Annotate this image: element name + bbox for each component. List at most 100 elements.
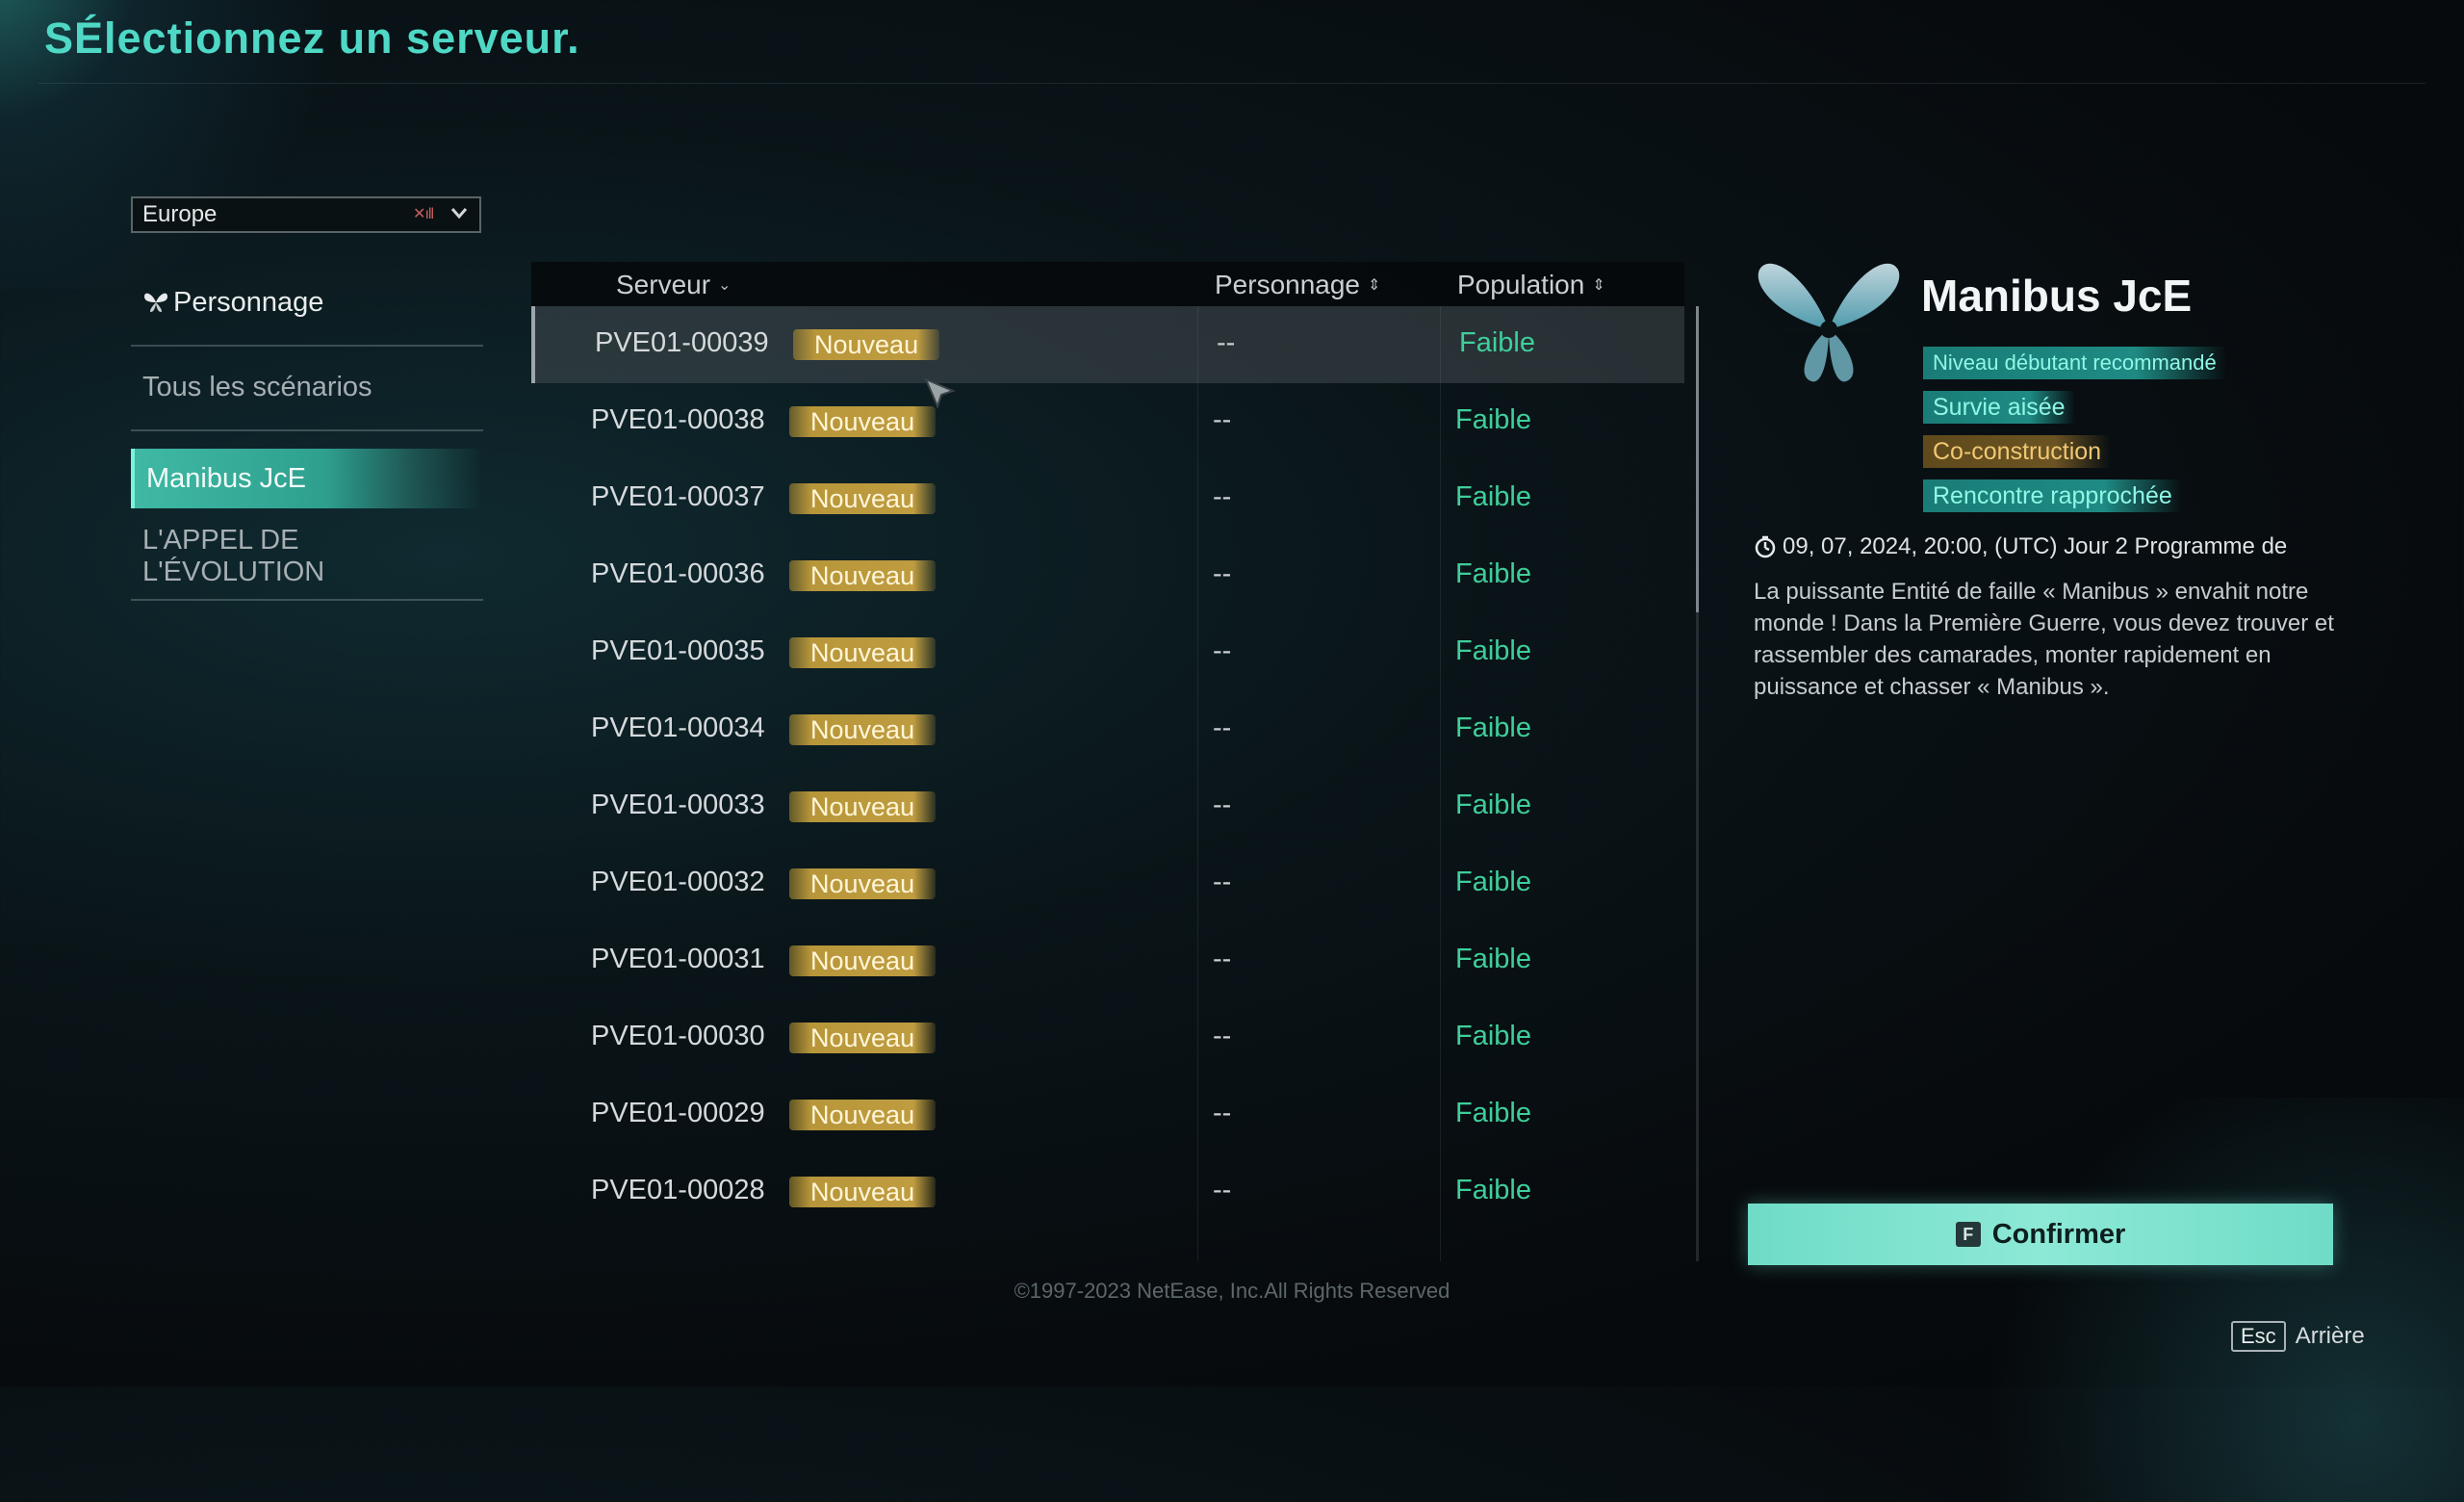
new-badge: Nouveau [789,1100,937,1130]
tag-badge: Co-construction [1923,435,2112,468]
character-cell: -- [1213,635,1232,666]
table-row[interactable]: PVE01-00039 Nouveau -- Faible [531,306,1684,383]
new-badge: Nouveau [789,483,937,514]
table-row[interactable]: PVE01-00035 Nouveau -- Faible [531,614,1684,691]
table-row[interactable]: PVE01-00030 Nouveau -- Faible [531,999,1684,1076]
character-cell: -- [1213,404,1232,435]
scrollbar-thumb[interactable] [1696,306,1699,612]
title-divider [38,83,2426,84]
population-cell: Faible [1455,404,1531,435]
region-select-value: Europe [142,201,218,227]
column-header-label: Population [1457,270,1585,299]
server-name: PVE01-00037 [591,481,765,512]
server-name: PVE01-00036 [591,558,765,589]
sort-toggle-icon: ⇕ [1368,277,1381,294]
table-row[interactable]: PVE01-00032 Nouveau -- Faible [531,845,1684,922]
population-cell: Faible [1455,1021,1531,1051]
scenario-description: La puissante Entité de faille « Manibus … [1754,579,2334,700]
new-badge: Nouveau [789,637,937,668]
character-cell: -- [1213,481,1232,512]
sidebar-item-appel-evolution[interactable]: L'APPEL DE L'ÉVOLUTION [131,514,483,601]
new-badge: Nouveau [793,329,940,360]
server-name: PVE01-00030 [591,1021,765,1051]
column-divider [1440,306,1441,1261]
tag-badge: Survie aisée [1923,391,2075,424]
character-cell: -- [1213,867,1232,897]
character-cell: -- [1213,1098,1232,1128]
tag-badge: Niveau débutant recommandé [1923,347,2226,379]
character-cell: -- [1213,1021,1232,1051]
column-header-population[interactable]: Population ⇕ [1457,270,1605,300]
butterfly-emblem-icon [1758,263,1900,382]
back-button-label: Arrière [2295,1323,2365,1349]
butterfly-icon [144,293,167,312]
signal-strength-icon: ✕ıll [413,206,434,222]
page-title: SÉlectionnez un serveur. [44,13,580,63]
new-badge: Nouveau [789,791,937,822]
sidebar-item-label: L'APPEL DE L'ÉVOLUTION [142,525,325,587]
table-row[interactable]: PVE01-00036 Nouveau -- Faible [531,537,1684,614]
confirm-button[interactable]: F Confirmer [1748,1204,2333,1265]
population-cell: Faible [1455,558,1531,589]
population-cell: Faible [1455,635,1531,666]
new-badge: Nouveau [789,714,937,745]
table-row[interactable]: PVE01-00038 Nouveau -- Faible [531,383,1684,460]
new-badge: Nouveau [789,1023,937,1053]
sidebar-item-personnage[interactable]: Personnage [131,260,483,347]
server-list: PVE01-00039 Nouveau -- Faible PVE01-0003… [531,306,1684,1230]
column-header-label: Serveur [616,270,711,299]
population-cell: Faible [1455,867,1531,897]
population-cell: Faible [1455,1175,1531,1205]
new-badge: Nouveau [789,1177,937,1207]
schedule-text: 09, 07, 2024, 20:00, (UTC) Jour 2 Progra… [1783,533,2288,559]
schedule-info: 09, 07, 2024, 20:00, (UTC) Jour 2 Progra… [1754,533,2331,560]
panel-title: Manibus JcE [1921,271,2193,321]
server-table-header: Serveur ⌄ Personnage ⇕ Population ⇕ [531,262,1684,306]
sort-down-icon: ⌄ [718,277,732,294]
character-cell: -- [1213,1175,1232,1205]
column-divider [1197,306,1198,1261]
character-cell: -- [1217,327,1236,358]
server-name: PVE01-00031 [591,944,765,974]
sidebar-item-tous-les-scenarios[interactable]: Tous les scénarios [131,345,483,431]
population-cell: Faible [1459,327,1535,358]
server-name: PVE01-00039 [595,327,769,358]
region-select[interactable]: Europe ✕ıll [131,196,481,233]
confirm-button-label: Confirmer [1991,1218,2126,1250]
column-header-server[interactable]: Serveur ⌄ [616,270,731,300]
population-cell: Faible [1455,790,1531,820]
population-cell: Faible [1455,712,1531,743]
server-name: PVE01-00028 [591,1175,765,1205]
server-name: PVE01-00032 [591,867,765,897]
tag-badge: Rencontre rapprochée [1923,479,2182,512]
table-row[interactable]: PVE01-00028 Nouveau -- Faible [531,1153,1684,1230]
sidebar-item-label: Manibus JcE [146,462,307,494]
new-badge: Nouveau [789,560,937,591]
column-header-character[interactable]: Personnage ⇕ [1215,270,1380,300]
column-header-label: Personnage [1215,270,1361,299]
character-cell: -- [1213,944,1232,974]
server-name: PVE01-00033 [591,790,765,820]
table-row[interactable]: PVE01-00037 Nouveau -- Faible [531,460,1684,537]
new-badge: Nouveau [789,868,937,899]
clock-icon [1755,535,1776,558]
back-button[interactable]: Esc Arrière [2231,1321,2365,1352]
population-cell: Faible [1455,481,1531,512]
table-row[interactable]: PVE01-00031 Nouveau -- Faible [531,922,1684,999]
server-name: PVE01-00029 [591,1098,765,1128]
server-name: PVE01-00034 [591,712,765,743]
table-row[interactable]: PVE01-00029 Nouveau -- Faible [531,1076,1684,1153]
population-cell: Faible [1455,1098,1531,1128]
table-row[interactable]: PVE01-00033 Nouveau -- Faible [531,768,1684,845]
new-badge: Nouveau [789,406,937,437]
sort-toggle-icon: ⇕ [1592,277,1605,294]
character-cell: -- [1213,558,1232,589]
copyright-text: ©1997-2023 NetEase, Inc.All Rights Reser… [1014,1279,1450,1303]
character-cell: -- [1213,712,1232,743]
population-cell: Faible [1455,944,1531,974]
sidebar-item-label: Personnage [173,286,324,318]
table-row[interactable]: PVE01-00034 Nouveau -- Faible [531,691,1684,768]
server-name: PVE01-00035 [591,635,765,666]
sidebar-item-manibus-jce[interactable]: Manibus JcE [131,449,483,508]
mouse-cursor-icon [924,377,956,409]
